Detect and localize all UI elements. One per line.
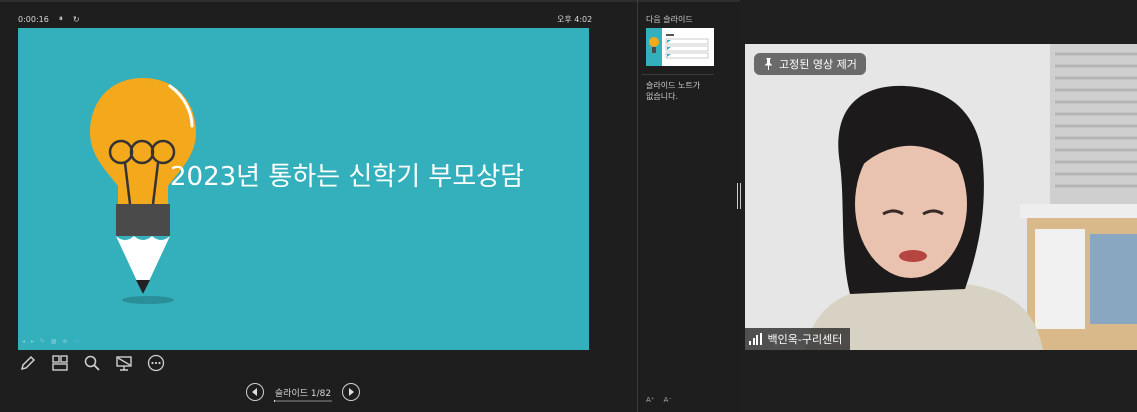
participant-video-frame (745, 44, 1137, 350)
next-slide-thumbnail[interactable] (646, 28, 714, 66)
pen-icon[interactable] (18, 353, 38, 373)
slide-progress-bar (274, 399, 332, 402)
restart-icon[interactable]: ↻ (73, 15, 80, 24)
participant-name-tag: 백인옥-구리센터 (745, 328, 851, 350)
next-slide-button[interactable] (342, 383, 360, 401)
slide-title: 2023년 통하는 신학기 부모상담 (170, 162, 525, 192)
slide-overlay-controls[interactable]: ◂ ▸ ✎ ▦ ⊕ ⋯ (22, 338, 81, 345)
notes-font-controls: A⁺ A⁻ (646, 396, 672, 404)
notes-divider (642, 74, 714, 75)
elapsed-time: 0:00:16 (18, 14, 49, 24)
screen-icon[interactable] (114, 353, 134, 373)
speaker-notes: 슬라이드 노트가 없습니다. (646, 81, 701, 101)
increase-font-icon[interactable]: A⁺ (646, 396, 654, 404)
resize-handle[interactable] (737, 183, 741, 209)
previous-slide-button[interactable] (246, 383, 264, 401)
pinned-participant-video[interactable]: 고정된 영상 제거 백인옥-구리센터 (745, 44, 1137, 350)
chevron-right-icon (349, 388, 354, 396)
presenter-view: 0:00:16 ⏸ ↻ 오후 4:02 2023년 통하는 신학기 부모상담 ◂… (0, 0, 740, 412)
current-time: 오후 4:02 (557, 15, 593, 24)
pane-divider[interactable] (637, 0, 638, 412)
all-slides-icon[interactable] (50, 353, 70, 373)
slide-counter: 슬라이드 1/82 (274, 386, 332, 402)
next-slide-preview-graphic (646, 28, 714, 66)
participant-name: 백인옥-구리센터 (767, 333, 843, 346)
presenter-toolbar (18, 353, 166, 373)
top-divider (0, 0, 740, 2)
zoom-icon[interactable] (82, 353, 102, 373)
lightbulb-pencil-illustration (90, 78, 196, 304)
pause-icon[interactable]: ⏸ (59, 14, 63, 24)
pin-icon (764, 58, 773, 70)
unpin-label: 고정된 영상 제거 (779, 58, 857, 71)
timer-bar: 0:00:16 ⏸ ↻ (18, 14, 80, 24)
next-slide-label: 다음 슬라이드 (646, 15, 693, 24)
decrease-font-icon[interactable]: A⁻ (663, 396, 671, 404)
slide-progress-fill (274, 399, 275, 402)
signal-strength-icon (749, 333, 762, 345)
chevron-left-icon (252, 388, 257, 396)
unpin-video-button[interactable]: 고정된 영상 제거 (754, 53, 866, 75)
current-slide[interactable]: 2023년 통하는 신학기 부모상담 ◂ ▸ ✎ ▦ ⊕ ⋯ (18, 28, 589, 350)
slide-navigation: 슬라이드 1/82 (246, 383, 360, 402)
more-options-icon[interactable] (146, 353, 166, 373)
slide-counter-text: 슬라이드 1/82 (274, 388, 332, 399)
